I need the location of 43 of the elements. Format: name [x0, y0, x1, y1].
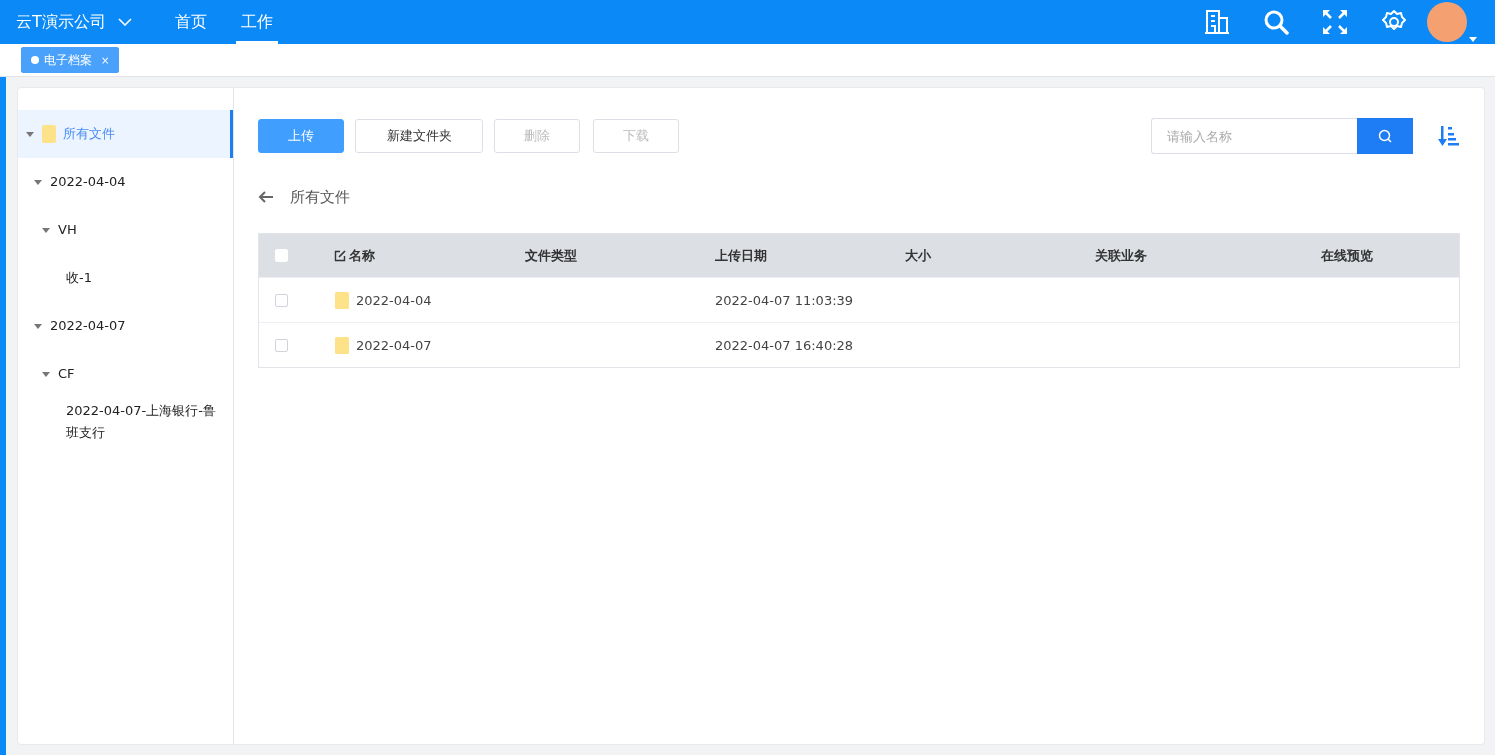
select-all-checkbox[interactable] [275, 249, 288, 262]
caret-icon [34, 178, 42, 186]
tree-item[interactable]: VH [18, 206, 233, 254]
chevron-down-icon [117, 18, 132, 26]
status-dot [31, 56, 39, 64]
column-header: 名称 [349, 246, 375, 265]
breadcrumb-title: 所有文件 [290, 187, 350, 207]
column-header: 关联业务 [1095, 246, 1147, 265]
column-header: 上传日期 [715, 246, 767, 265]
folder-icon [335, 291, 349, 309]
table-cell: 2022-04-07 11:03:39 [715, 292, 854, 308]
back-arrow-icon[interactable] [258, 191, 274, 203]
search-field[interactable]: 请输入名称 [1151, 118, 1357, 154]
column-header: 大小 [905, 246, 931, 265]
search-icon [1378, 129, 1392, 143]
column-header: 在线预览 [1321, 246, 1373, 265]
building-icon[interactable] [1204, 9, 1230, 35]
file-name[interactable]: 2022-04-07 [356, 337, 432, 353]
search-icon[interactable] [1263, 9, 1289, 35]
row-checkbox[interactable] [275, 338, 288, 352]
edit-icon [334, 249, 346, 262]
sort-icon[interactable] [1438, 125, 1460, 147]
tree-item[interactable]: CF [18, 350, 233, 398]
toolbar-button[interactable]: 新建文件夹 [355, 119, 483, 153]
search-button[interactable] [1357, 118, 1413, 154]
table-cell: 2022-04-07 16:40:28 [715, 337, 854, 353]
tree-item[interactable]: 2022-04-07-上海银行-鲁班支行 [18, 398, 233, 446]
folder-icon [335, 336, 349, 354]
caret-icon [26, 130, 34, 138]
nav-tab[interactable]: 首页 [169, 0, 212, 44]
caret-icon [34, 322, 42, 330]
company-switcher[interactable]: 云T演示公司 [16, 11, 132, 33]
caret-icon [1469, 37, 1477, 42]
tree-item[interactable]: 2022-04-04 [18, 158, 233, 206]
folder-icon [42, 125, 56, 143]
caret-icon [42, 226, 50, 234]
tree-item[interactable]: 2022-04-07 [18, 302, 233, 350]
tree-item[interactable]: 收-1 [18, 254, 233, 302]
row-checkbox[interactable] [275, 293, 288, 307]
caret-icon [42, 370, 50, 378]
file-name[interactable]: 2022-04-04 [356, 292, 432, 308]
column-header: 文件类型 [525, 246, 577, 265]
fullscreen-icon[interactable] [1322, 9, 1348, 35]
